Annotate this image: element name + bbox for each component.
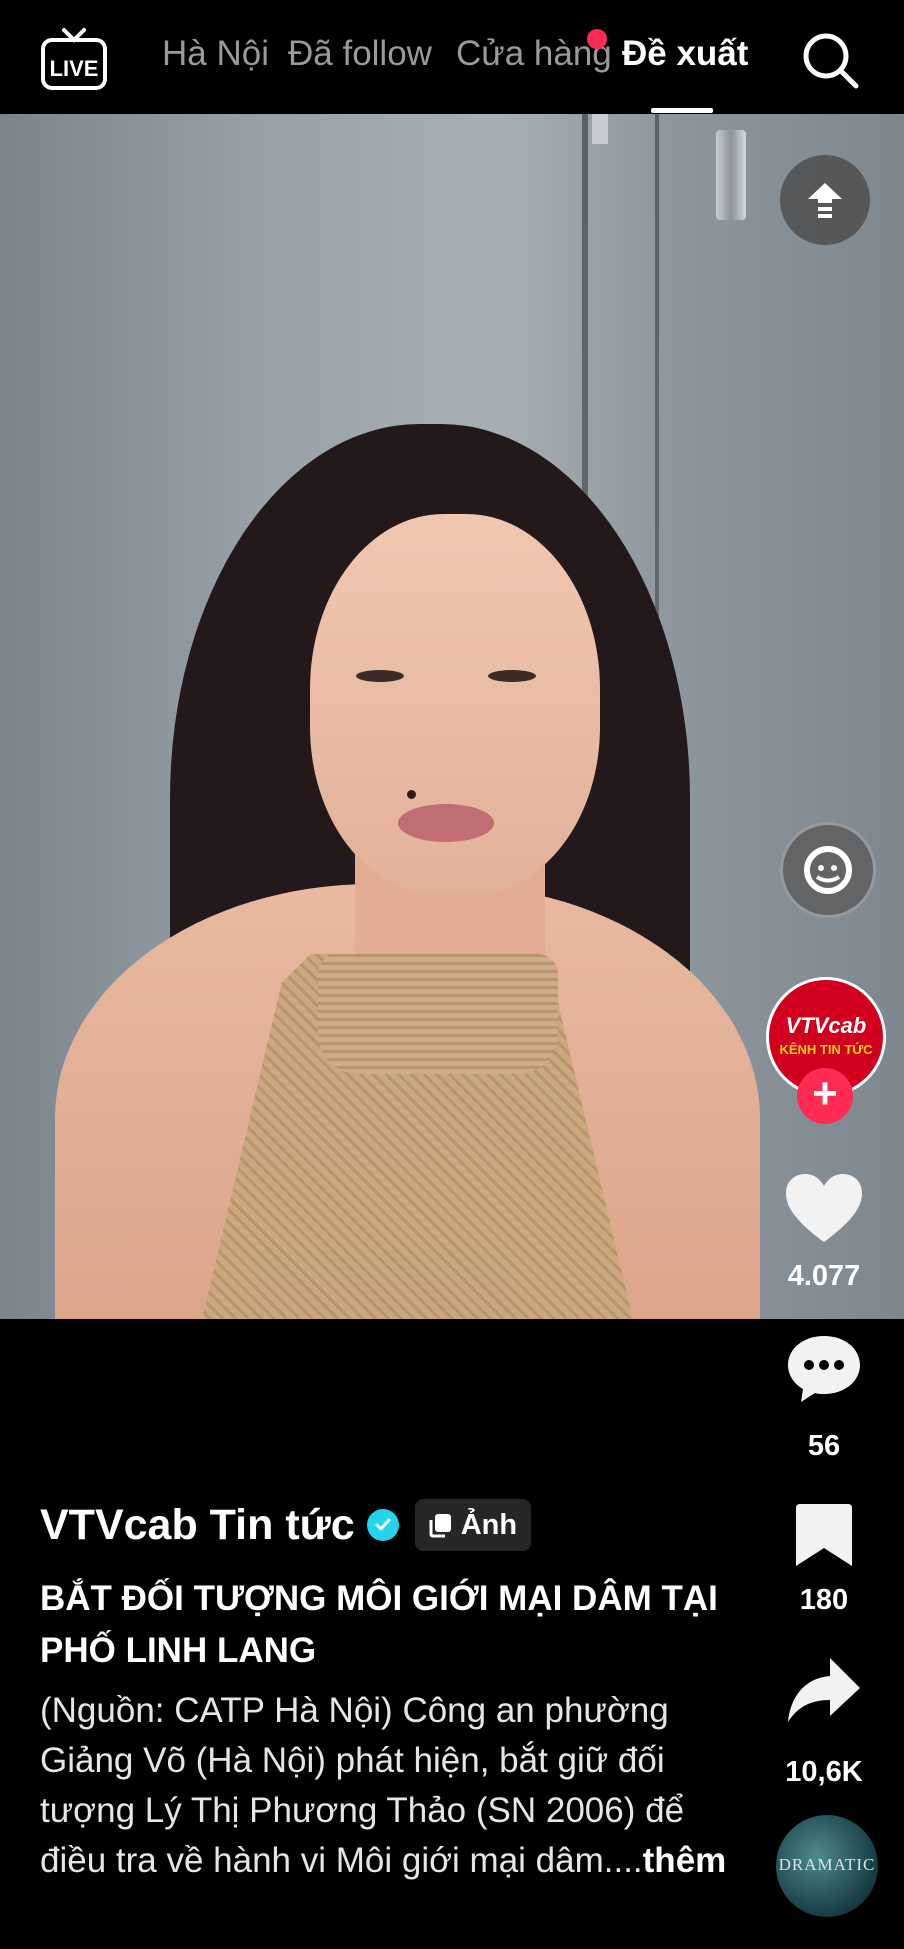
- lace-collar: [318, 954, 558, 1074]
- avatar-logo-title: VTVcab: [785, 1013, 867, 1038]
- active-tab-indicator: [651, 108, 713, 113]
- tab-da-follow[interactable]: Đã follow: [288, 34, 432, 74]
- post-description-text: (Nguồn: CATP Hà Nội) Công an phường Giản…: [40, 1691, 685, 1880]
- effect-button[interactable]: [780, 822, 876, 918]
- see-more-link[interactable]: thêm: [643, 1841, 727, 1880]
- heart-icon[interactable]: [784, 1172, 864, 1246]
- comment-count: 56: [807, 1430, 841, 1462]
- share-count: 10,6K: [785, 1756, 863, 1788]
- search-icon: [803, 33, 859, 89]
- person-eye: [356, 670, 404, 682]
- photo-mode-badge[interactable]: Ảnh: [414, 1499, 532, 1551]
- feed-tabs: Hà Nội Đã follow Cửa hàng Đề xuất: [0, 34, 904, 84]
- search-button[interactable]: [800, 30, 860, 90]
- share-icon[interactable]: [786, 1656, 862, 1726]
- follow-button[interactable]: +: [797, 1068, 853, 1124]
- cabinet-handle: [716, 130, 746, 220]
- post-photo[interactable]: [0, 114, 904, 1319]
- like-count: 4.077: [787, 1260, 861, 1292]
- upload-icon: [808, 183, 842, 218]
- avatar-logo-subtitle: KÊNH TIN TỨC: [779, 1042, 873, 1057]
- author-row: VTVcab Tin tức Ảnh: [40, 1497, 532, 1553]
- music-disc-label: DRAMATIC: [778, 1855, 876, 1874]
- bookmark-icon[interactable]: [794, 1502, 854, 1568]
- tab-ha-noi[interactable]: Hà Nội: [162, 34, 269, 74]
- bookmark-count: 180: [799, 1584, 849, 1616]
- comment-icon[interactable]: [785, 1332, 863, 1406]
- post-description[interactable]: (Nguồn: CATP Hà Nội) Công an phường Giản…: [40, 1686, 740, 1886]
- post-title: BẮT ĐỐI TƯỢNG MÔI GIỚI MẠI DÂM TẠI PHỐ L…: [40, 1579, 718, 1670]
- photo-icon: [429, 1514, 451, 1538]
- person-lips: [398, 804, 494, 842]
- author-name[interactable]: VTVcab Tin tức: [40, 1501, 355, 1550]
- verified-icon: [366, 1509, 399, 1541]
- music-disc[interactable]: DRAMATIC: [776, 1815, 878, 1917]
- upload-button[interactable]: [780, 155, 870, 245]
- person-mole: [407, 790, 416, 799]
- person-eye: [488, 670, 536, 682]
- tab-de-xuat[interactable]: Đề xuất: [622, 34, 748, 74]
- top-navigation-bar: LIVE Hà Nội Đã follow Cửa hàng Đề xuất: [0, 0, 904, 114]
- photo-badge-label: Ảnh: [460, 1508, 518, 1541]
- notification-dot: [587, 29, 607, 49]
- face-icon: [804, 846, 852, 894]
- cabinet-latch: [592, 114, 608, 144]
